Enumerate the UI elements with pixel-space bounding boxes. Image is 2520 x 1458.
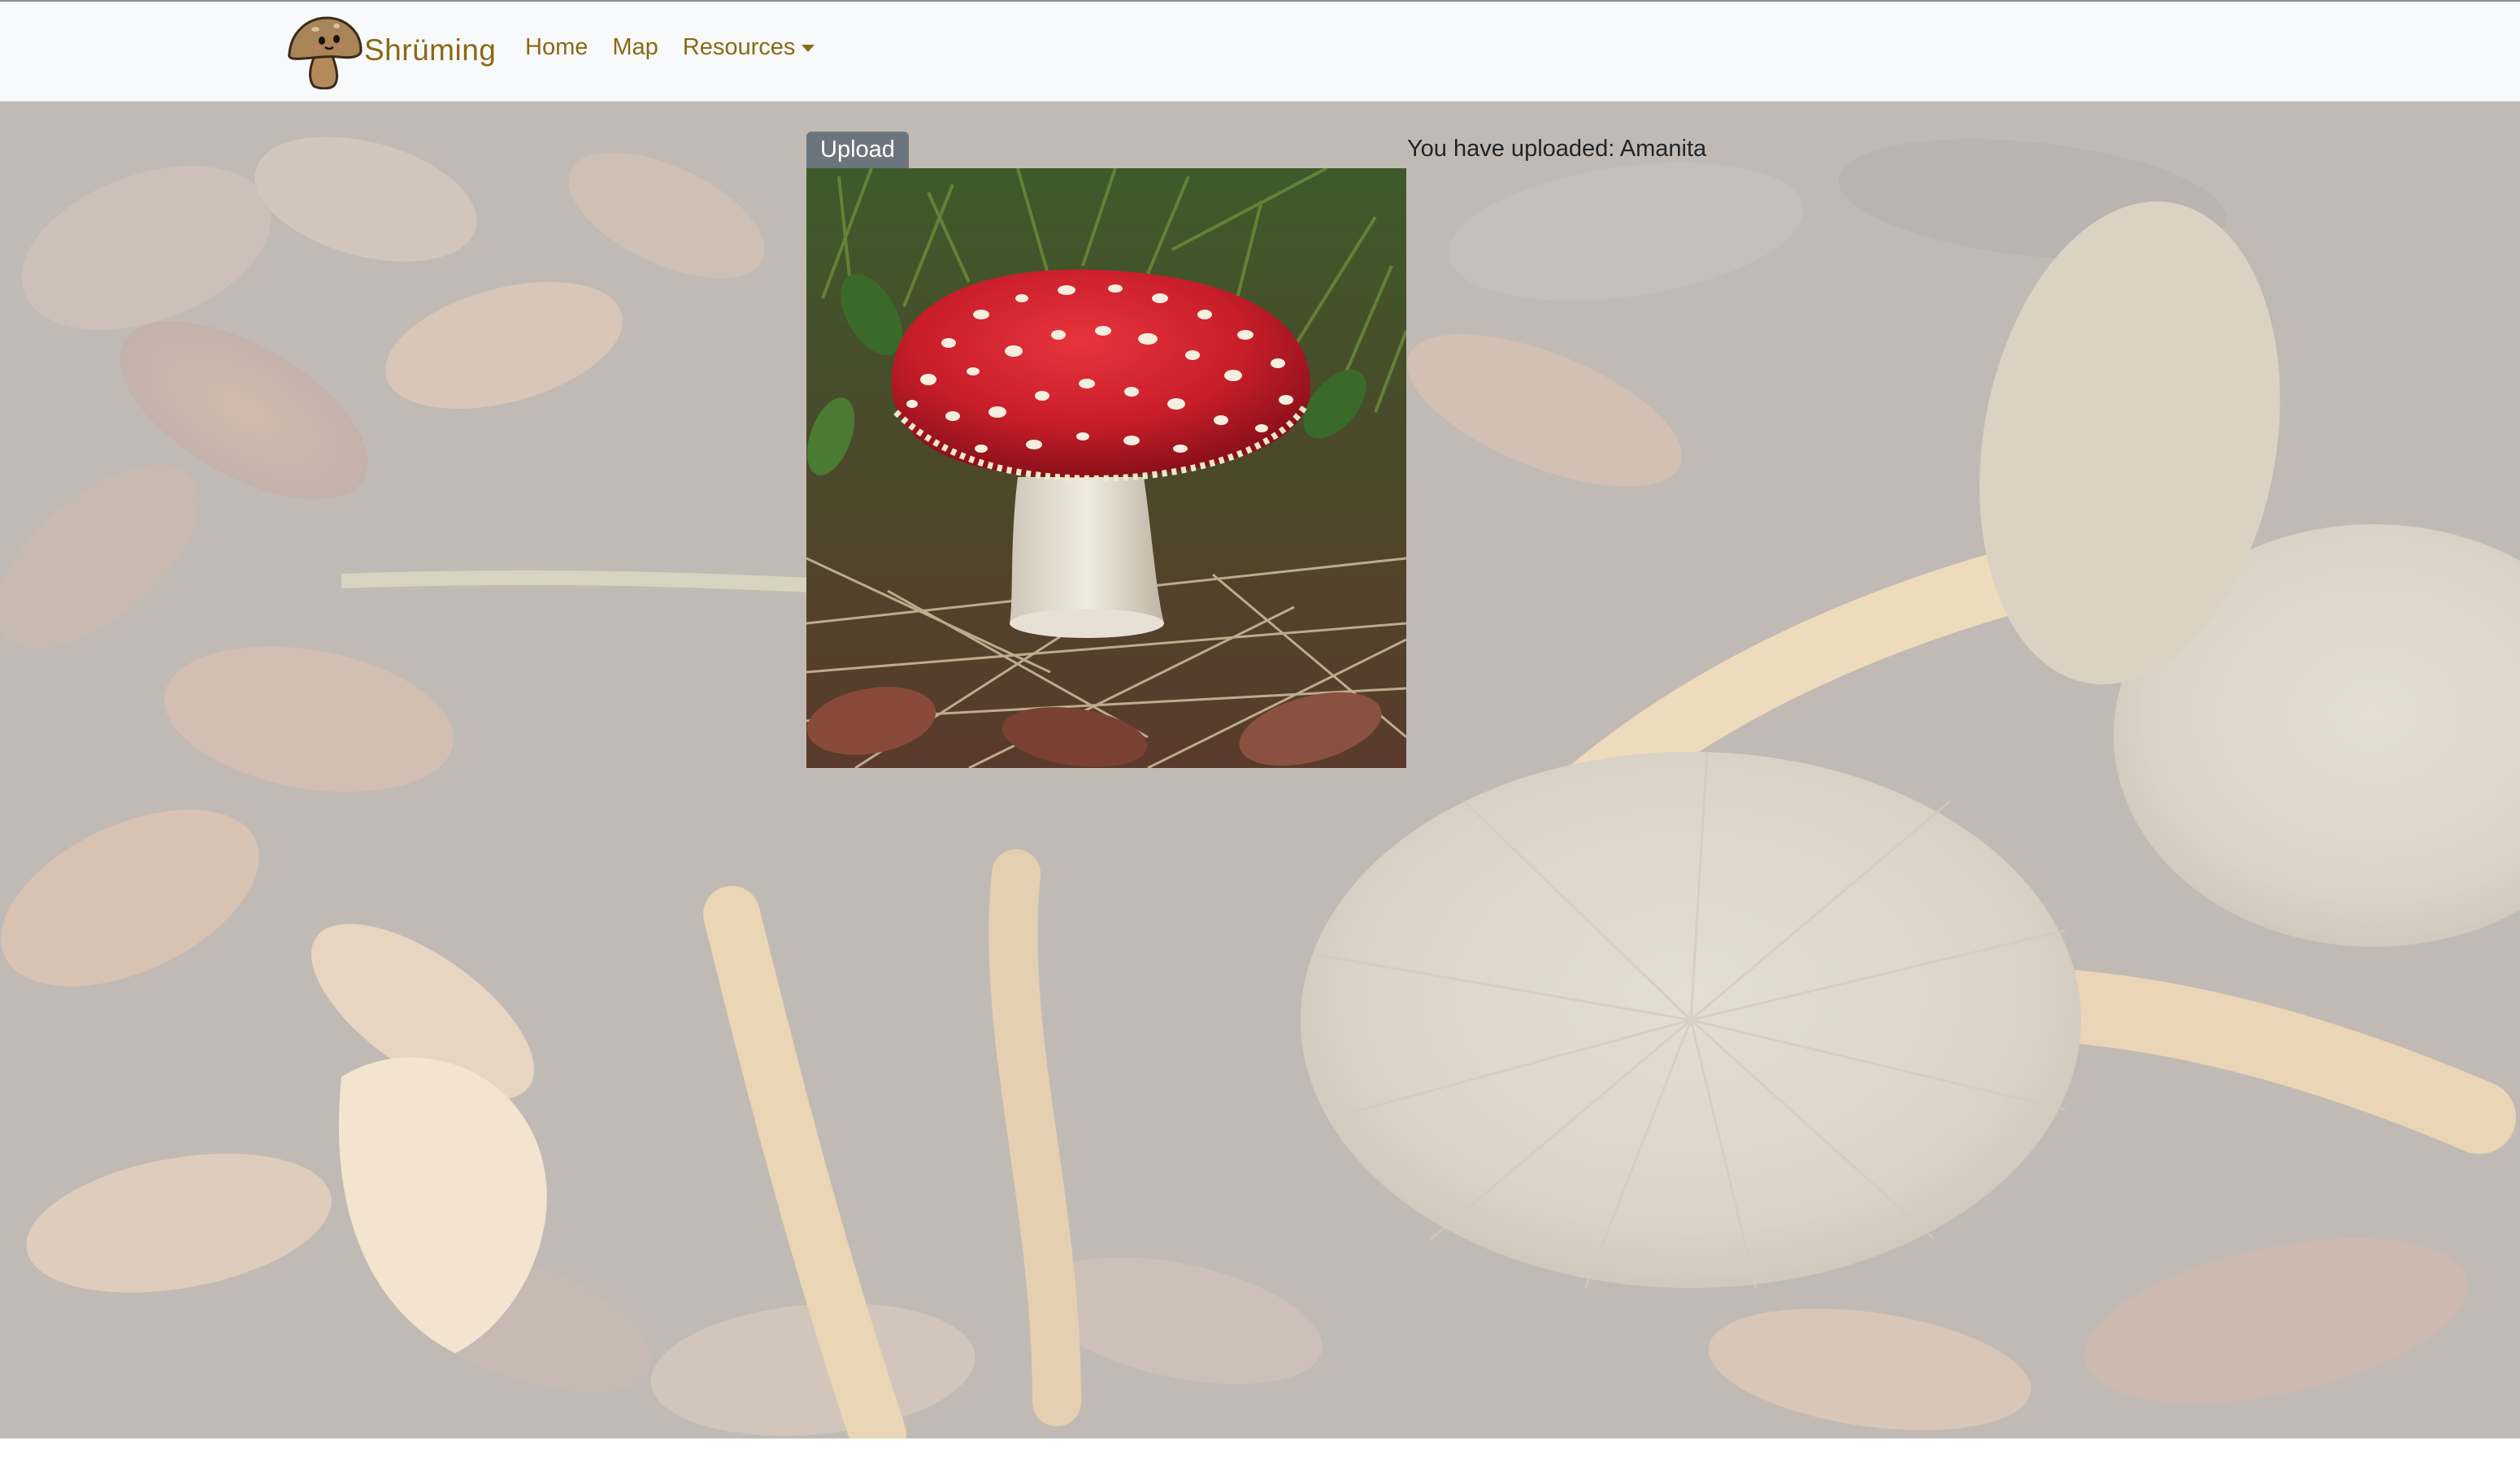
- mushroom-mascot-icon: [288, 16, 363, 89]
- nav-menu: Home Map Resources: [525, 34, 839, 61]
- upload-result-text: You have uploaded: Amanita: [1407, 136, 1707, 162]
- brand-name: Shrüming: [364, 33, 497, 67]
- caret-down-icon: [802, 45, 815, 52]
- nav-resources-dropdown[interactable]: Resources: [683, 34, 815, 61]
- page-bottom: [0, 1438, 2520, 1458]
- nav-map-link[interactable]: Map: [612, 34, 658, 61]
- amanita-mushroom-photo: [806, 168, 1406, 768]
- navbar: Shrüming Home Map Resources: [0, 2, 2520, 102]
- nav-resources-label: Resources: [682, 34, 796, 60]
- upload-button[interactable]: Upload: [806, 132, 909, 168]
- brand-link[interactable]: Shrüming: [286, 8, 496, 93]
- nav-home-link[interactable]: Home: [525, 34, 588, 61]
